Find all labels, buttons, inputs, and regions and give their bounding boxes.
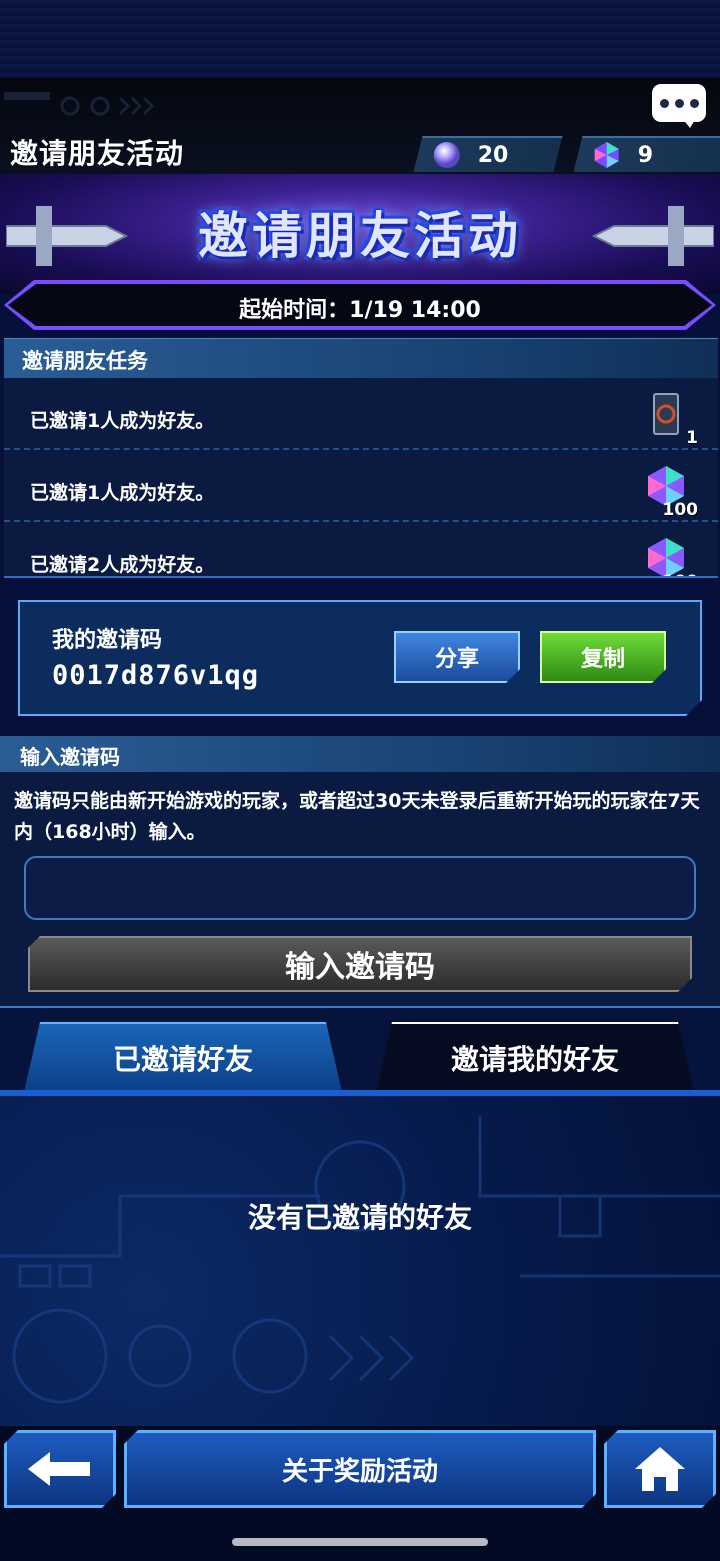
bracket-left-decoration — [6, 206, 129, 266]
mission-text: 已邀请2人成为好友。 — [30, 554, 215, 576]
invite-code-label: 我的邀请码 — [52, 628, 163, 653]
mission-list[interactable]: 已邀请1人成为好友。 1 已邀请1人成为好友。 100 已邀请2人成为好友。 1… — [4, 378, 718, 578]
chat-icon — [659, 98, 669, 108]
mission-text: 已邀请1人成为好友。 — [30, 482, 215, 504]
bracket-right-decoration — [591, 206, 714, 266]
share-button[interactable]: 分享 — [394, 631, 520, 683]
mission-item: 已邀请1人成为好友。 1 — [4, 378, 718, 450]
home-icon — [635, 1447, 685, 1491]
background-circuit-decoration — [0, 1116, 720, 1404]
home-indicator[interactable] — [232, 1538, 488, 1546]
invite-code-input[interactable] — [24, 856, 696, 920]
circuit-decoration — [4, 92, 155, 116]
orb-icon — [433, 142, 460, 168]
tab-friends-who-invited-me[interactable]: 邀请我的好友 — [376, 1022, 694, 1092]
start-time: 起始时间：1/19 14:00 — [239, 298, 481, 323]
banner-title: 邀请朋友活动 — [198, 207, 522, 265]
status-strip — [0, 0, 720, 78]
gem-icon — [594, 142, 619, 168]
card-pack-icon — [653, 393, 679, 435]
friend-list-area — [0, 1096, 720, 1426]
input-section-title: 输入邀请码 — [20, 745, 120, 769]
reward-quantity: 100 — [663, 572, 699, 576]
submit-invite-code-button[interactable]: 输入邀请码 — [28, 936, 692, 992]
mission-text: 已邀请1人成为好友。 — [30, 410, 215, 432]
home-button[interactable] — [604, 1430, 716, 1508]
about-rewards-button[interactable]: 关于奖励活动 — [124, 1430, 596, 1508]
gem-count: 9 — [637, 142, 654, 168]
arrow-left-icon — [28, 1452, 92, 1486]
page-title: 邀请朋友活动 — [10, 137, 185, 170]
gem-currency: 9 — [573, 136, 720, 172]
orb-count: 20 — [477, 142, 509, 168]
input-description: 邀请码只能由新开始游戏的玩家，或者超过30天未登录后重新开始玩的玩家在7天内（1… — [14, 790, 700, 843]
invite-code-value: 0017d876v1qg — [52, 660, 260, 691]
reward-quantity: 100 — [662, 500, 699, 520]
orb-currency: 20 — [413, 136, 563, 172]
reward-quantity: 1 — [686, 428, 698, 448]
chat-button[interactable] — [652, 84, 706, 128]
copy-button[interactable]: 复制 — [540, 631, 666, 683]
mission-item: 已邀请1人成为好友。 100 — [4, 450, 718, 522]
mission-section-title: 邀请朋友任务 — [22, 349, 148, 373]
empty-list-message: 没有已邀请的好友 — [247, 1201, 472, 1234]
tab-invited-friends[interactable]: 已邀请好友 — [24, 1022, 342, 1092]
mission-item: 已邀请2人成为好友。 100 — [4, 522, 718, 576]
back-button[interactable] — [4, 1430, 116, 1508]
